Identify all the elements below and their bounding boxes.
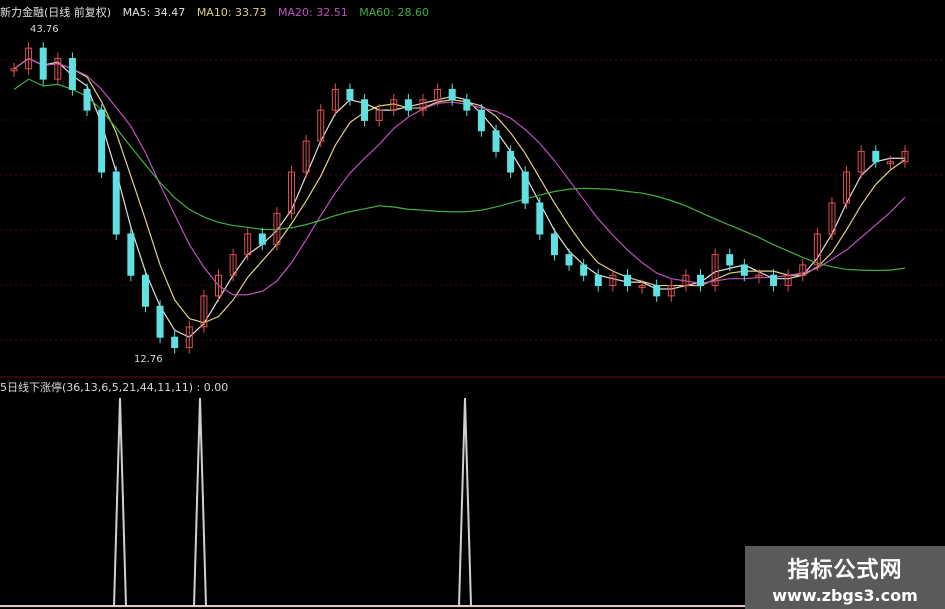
watermark-title: 指标公式网 (787, 558, 903, 583)
candle-body (536, 202, 544, 235)
candle-body (39, 47, 47, 80)
candle-body (141, 274, 149, 307)
ma20-line (13, 57, 906, 296)
candle-body (83, 88, 91, 111)
candle-body (112, 171, 120, 235)
candle-body (477, 109, 485, 132)
ma60-value: MA60: 28.60 (359, 6, 429, 19)
candle-body (623, 274, 631, 287)
candle-body (258, 233, 266, 245)
candle-body (770, 274, 778, 287)
watermark: 指标公式网 www.zbgs3.com (745, 546, 945, 609)
candle-body (361, 99, 369, 121)
candle-body (171, 336, 179, 349)
candle-body (448, 88, 456, 101)
candle-body (463, 99, 471, 111)
candle-body (565, 254, 573, 266)
indicator-spike (193, 397, 207, 607)
candle-body (404, 99, 412, 111)
candle-body (521, 171, 529, 204)
candle-body (68, 57, 76, 90)
candle-body (346, 88, 354, 101)
candle-body (98, 109, 106, 173)
stock-title: 新力金融(日线 前复权) (0, 6, 112, 19)
candle-body (550, 233, 558, 256)
stock-chart[interactable] (0, 0, 945, 609)
candle-body (492, 130, 500, 152)
indicator-spike (113, 397, 127, 607)
candle-body (507, 150, 515, 173)
candle-body (156, 305, 164, 338)
candle-body (697, 274, 705, 287)
indicator-title: 5日线下涨停(36,13,6,5,21,44,11,11) : 0.00 (0, 381, 229, 394)
watermark-url: www.zbgs3.com (772, 586, 918, 605)
candle-body (726, 254, 734, 266)
candle-body (580, 264, 588, 276)
candle-body (127, 233, 135, 276)
ma-header: 新力金融(日线 前复权) MA5: 34.47 MA10: 33.73 MA20… (0, 4, 437, 20)
high-price-label: 43.76 (30, 24, 59, 35)
candle-body (594, 274, 602, 287)
ma20-value: MA20: 32.51 (278, 6, 348, 19)
candle-body (740, 264, 748, 276)
candle-body (653, 285, 661, 297)
ma10-value: MA10: 33.73 (196, 6, 267, 19)
indicator-spike (458, 397, 472, 607)
low-price-label: 12.76 (134, 354, 163, 365)
candle-body (872, 150, 880, 163)
ma5-value: MA5: 34.47 (122, 6, 186, 19)
